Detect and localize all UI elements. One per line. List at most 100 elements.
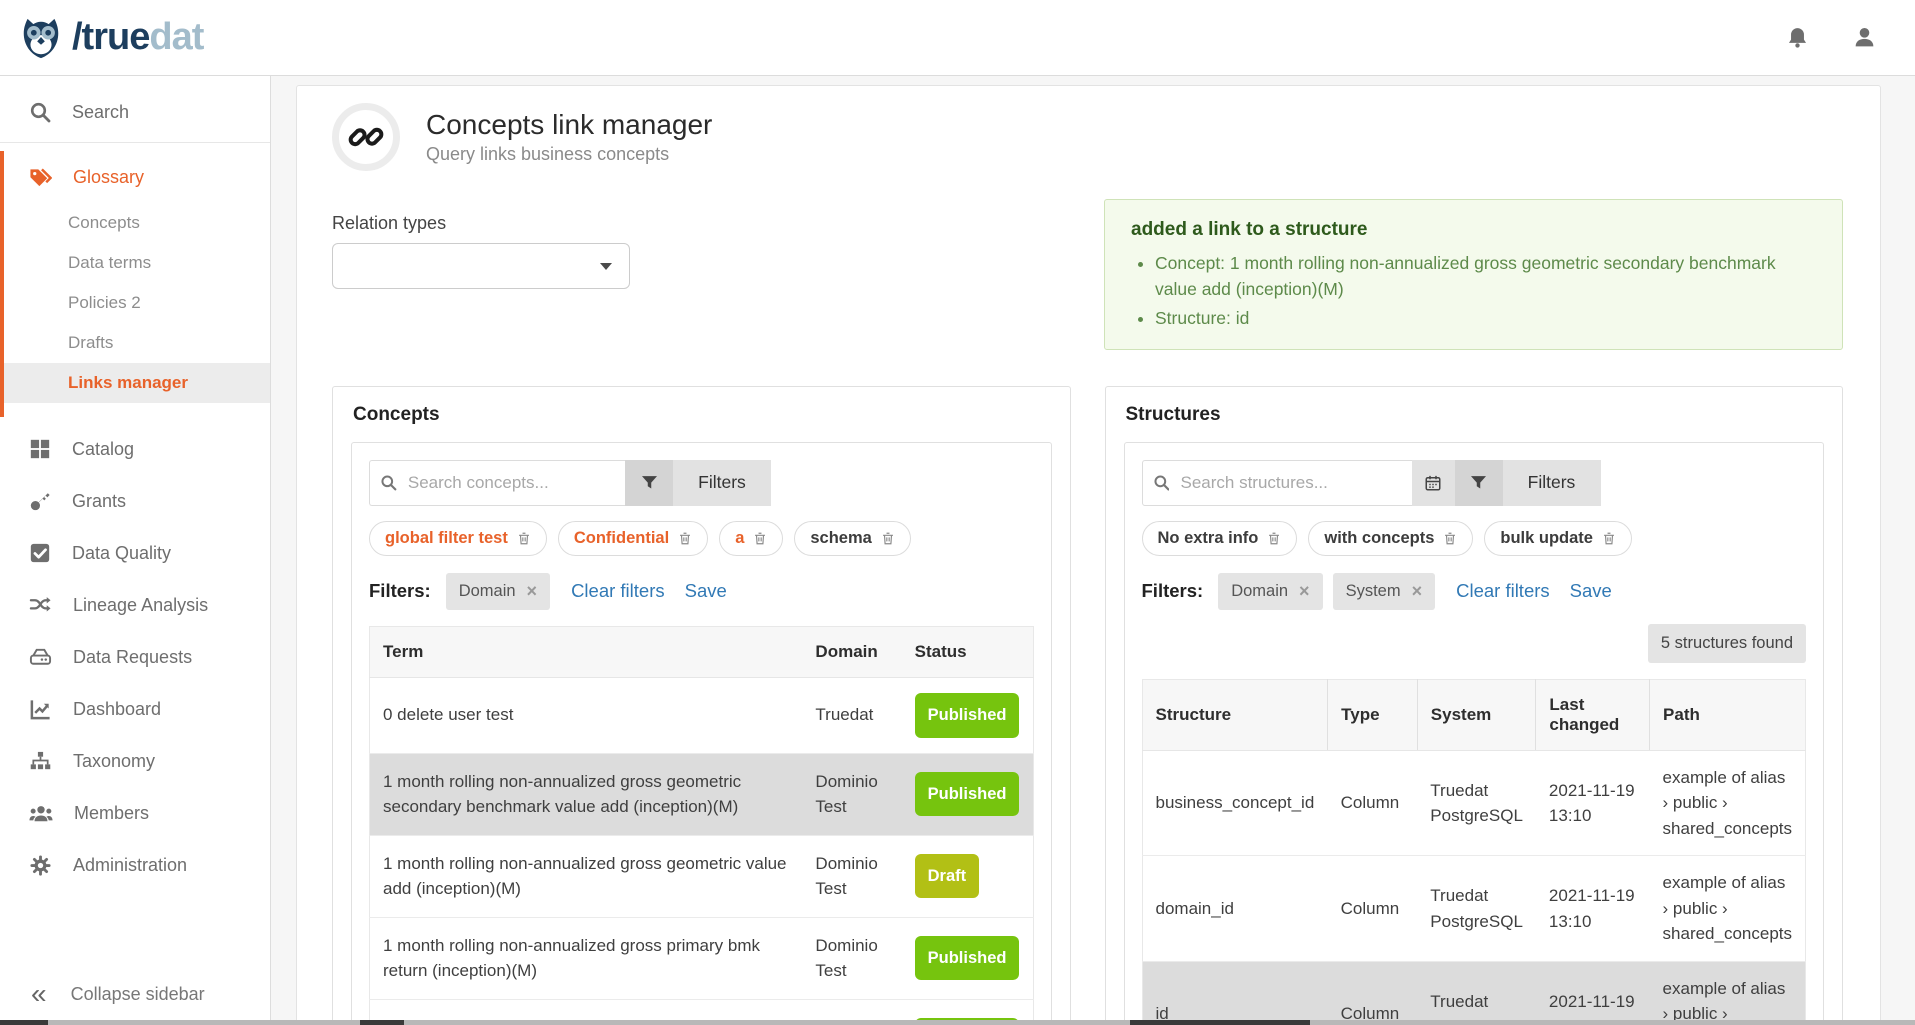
chevron-down-icon bbox=[600, 263, 612, 270]
status-badge: Published bbox=[915, 693, 1020, 738]
concepts-filters-button[interactable]: Filters bbox=[673, 460, 771, 506]
shuffle-icon bbox=[29, 594, 52, 617]
concept-term: 1 month rolling non-annualized gross pri… bbox=[370, 917, 803, 999]
structures-filter-funnel-button[interactable] bbox=[1455, 460, 1503, 506]
sitemap-icon bbox=[29, 750, 52, 773]
status-badge: Published bbox=[915, 936, 1020, 981]
column-header: Domain bbox=[802, 626, 901, 677]
sidebar-item-administration[interactable]: Administration bbox=[0, 839, 270, 891]
concepts-save-link[interactable]: Save bbox=[685, 580, 727, 602]
structures-calendar-button[interactable] bbox=[1412, 460, 1455, 506]
concept-row[interactable]: 1 month rolling non-annualized gross pri… bbox=[370, 917, 1034, 999]
remove-filter-icon[interactable]: × bbox=[527, 581, 538, 602]
column-header: Structure bbox=[1142, 679, 1328, 750]
trash-icon[interactable] bbox=[753, 531, 767, 546]
applied-filter-chip[interactable]: Domain × bbox=[446, 573, 550, 610]
chart-line-icon bbox=[29, 698, 52, 721]
concepts-filter-funnel-button[interactable] bbox=[625, 460, 673, 506]
sidebar-item-lineage[interactable]: Lineage Analysis bbox=[0, 579, 270, 631]
trash-icon[interactable] bbox=[1267, 531, 1281, 546]
sidebar-item-concepts[interactable]: Concepts bbox=[4, 203, 270, 243]
concept-domain: Truedat bbox=[802, 677, 901, 753]
applied-filter-chip[interactable]: System × bbox=[1333, 573, 1436, 610]
logo-wordmark: /truedat bbox=[72, 16, 203, 59]
applied-filter-chip[interactable]: Domain × bbox=[1218, 573, 1322, 610]
user-account-icon[interactable] bbox=[1852, 25, 1877, 50]
relation-types-group: Relation types bbox=[332, 213, 630, 289]
concept-row[interactable]: 1 month rolling non-annualized gross geo… bbox=[370, 835, 1034, 917]
key-icon bbox=[29, 490, 51, 512]
sidebar-item-dashboard[interactable]: Dashboard bbox=[0, 683, 270, 735]
trash-icon[interactable] bbox=[517, 531, 531, 546]
sidebar-item-policies[interactable]: Policies 2 bbox=[4, 283, 270, 323]
structure-type: Column bbox=[1328, 961, 1418, 1024]
trash-icon[interactable] bbox=[1443, 531, 1457, 546]
concept-domain: Dominio Test bbox=[802, 835, 901, 917]
concepts-table-header: TermDomainStatus bbox=[370, 626, 1034, 677]
concepts-chips: global filter test bbox=[369, 521, 1034, 556]
trash-icon[interactable] bbox=[1602, 531, 1616, 546]
sidebar-item-data-requests[interactable]: Data Requests bbox=[0, 631, 270, 683]
collapse-sidebar-button[interactable]: « Collapse sidebar bbox=[0, 980, 270, 1024]
filter-chip[interactable]: No extra info bbox=[1142, 521, 1298, 556]
users-icon bbox=[29, 801, 53, 825]
column-header: Type bbox=[1328, 679, 1418, 750]
sidebar-item-members[interactable]: Members bbox=[0, 787, 270, 839]
concepts-panel: Concepts bbox=[332, 386, 1071, 1024]
structure-row[interactable]: domain_id Column Truedat PostgreSQL 2021… bbox=[1142, 856, 1806, 962]
structure-system: Truedat PostgreSQL bbox=[1417, 961, 1536, 1024]
scrollbar-thumb[interactable] bbox=[1130, 1020, 1310, 1025]
sidebar-item-search[interactable]: Search bbox=[0, 86, 270, 138]
filter-chip[interactable]: Confidential bbox=[558, 521, 708, 556]
remove-filter-icon[interactable]: × bbox=[1299, 581, 1310, 602]
trash-icon[interactable] bbox=[678, 531, 692, 546]
concepts-search-input[interactable] bbox=[406, 472, 615, 494]
sidebar-item-data-quality[interactable]: Data Quality bbox=[0, 527, 270, 579]
filters-label: Filters: bbox=[1142, 580, 1204, 602]
search-icon bbox=[380, 473, 397, 492]
filter-chip[interactable]: bulk update bbox=[1484, 521, 1632, 556]
sidebar-item-grants[interactable]: Grants bbox=[0, 475, 270, 527]
filter-chip[interactable]: a bbox=[719, 521, 783, 556]
alert-title: added a link to a structure bbox=[1131, 219, 1816, 241]
remove-filter-icon[interactable]: × bbox=[1412, 581, 1423, 602]
concept-row[interactable]: 0 delete user test Truedat Published bbox=[370, 677, 1034, 753]
structure-name: domain_id bbox=[1142, 856, 1328, 962]
structures-chips: No extra info bbox=[1142, 521, 1807, 556]
structures-found-badge: 5 structures found bbox=[1648, 624, 1806, 663]
sidebar-item-glossary[interactable]: Glossary bbox=[4, 151, 270, 203]
link-icon bbox=[332, 103, 400, 171]
structures-search-box bbox=[1142, 460, 1412, 506]
filter-chip[interactable]: schema bbox=[794, 521, 910, 556]
concept-row[interactable]: 1 month rolling non-annualized gross geo… bbox=[370, 753, 1034, 835]
column-header: Status bbox=[902, 626, 1033, 677]
truedat-logo[interactable]: /truedat bbox=[18, 15, 203, 61]
trash-icon[interactable] bbox=[881, 531, 895, 546]
scrollbar-thumb[interactable] bbox=[360, 1020, 404, 1025]
sidebar-item-data-terms[interactable]: Data terms bbox=[4, 243, 270, 283]
structure-last-changed: 2021-11-19 13:10 bbox=[1536, 856, 1650, 962]
search-icon bbox=[29, 101, 51, 123]
relation-types-label: Relation types bbox=[332, 213, 630, 234]
structures-search-input[interactable] bbox=[1178, 472, 1401, 494]
concepts-clear-filters-link[interactable]: Clear filters bbox=[571, 580, 665, 602]
notifications-bell-icon[interactable] bbox=[1785, 25, 1810, 50]
scrollbar-thumb[interactable] bbox=[0, 1020, 48, 1025]
horizontal-scrollbar[interactable] bbox=[0, 1020, 1915, 1025]
relation-types-select[interactable] bbox=[332, 243, 630, 289]
filter-chip[interactable]: with concepts bbox=[1308, 521, 1473, 556]
structures-panel-title: Structures bbox=[1126, 404, 1825, 426]
sidebar-item-links-manager[interactable]: Links manager bbox=[4, 363, 270, 403]
structure-row[interactable]: id Column Truedat PostgreSQL 2021-11-19 … bbox=[1142, 961, 1806, 1024]
sidebar-item-catalog[interactable]: Catalog bbox=[0, 423, 270, 475]
structures-save-link[interactable]: Save bbox=[1570, 580, 1612, 602]
structure-row[interactable]: business_concept_id Column Truedat Postg… bbox=[1142, 750, 1806, 856]
structures-filters-button[interactable]: Filters bbox=[1503, 460, 1601, 506]
concept-term: 1 month rolling non-annualized gross geo… bbox=[370, 835, 803, 917]
filter-chip[interactable]: global filter test bbox=[369, 521, 547, 556]
sidebar-item-drafts[interactable]: Drafts bbox=[4, 323, 270, 363]
concepts-table-body: 0 delete user test Truedat Published 1 m… bbox=[370, 677, 1034, 1024]
structures-clear-filters-link[interactable]: Clear filters bbox=[1456, 580, 1550, 602]
alert-list: Concept: 1 month rolling non-annualized … bbox=[1131, 250, 1816, 331]
sidebar-item-taxonomy[interactable]: Taxonomy bbox=[0, 735, 270, 787]
